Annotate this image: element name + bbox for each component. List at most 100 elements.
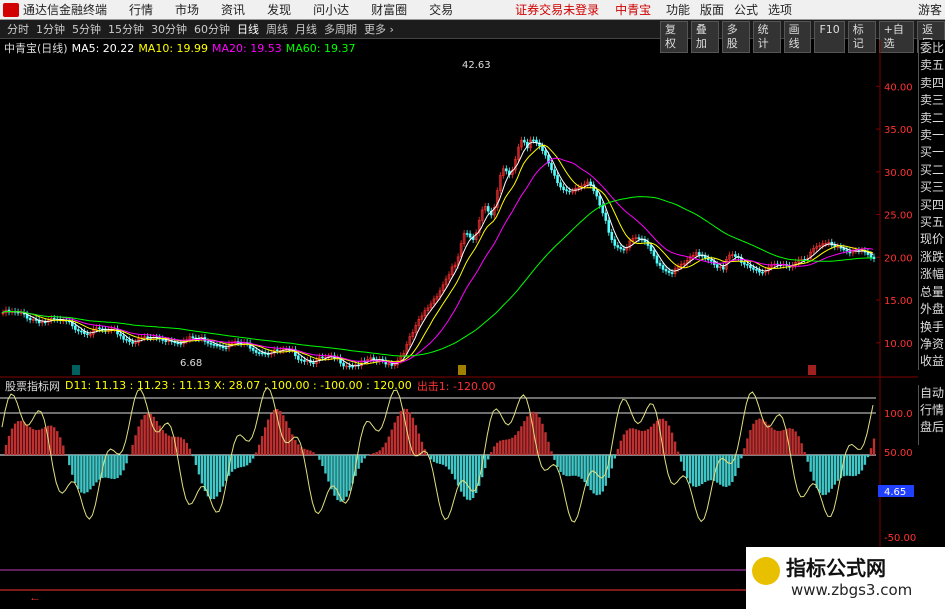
menu-layout[interactable]: 版面 [700, 1, 724, 18]
menu-item-discover[interactable]: 发现 [267, 1, 291, 18]
app-title: 通达信金融终端 [23, 3, 108, 17]
candle [559, 182, 562, 188]
side-item-6[interactable]: 买一 [919, 144, 945, 161]
indicator-tick: 50.00 [884, 448, 913, 459]
event-marker[interactable] [72, 365, 80, 375]
timeframe-bar: 分时 1分钟 5分钟 15分钟 30分钟 60分钟 日线 周线 月线 多周期 更… [0, 20, 945, 53]
candle [658, 262, 662, 266]
candle [589, 181, 592, 186]
candle [664, 269, 668, 272]
side-item-4[interactable]: 卖二 [919, 110, 945, 127]
candle [845, 249, 849, 252]
side-item-15[interactable]: 外盘 [919, 301, 945, 318]
tf-more[interactable]: 更多 › [364, 21, 394, 37]
candle [553, 169, 556, 176]
side-item-1[interactable]: 卖五 [919, 57, 945, 74]
candle [486, 206, 490, 212]
candle [607, 220, 611, 233]
candle [300, 359, 303, 361]
candle [74, 325, 77, 330]
candle [544, 150, 547, 156]
candle [613, 239, 617, 246]
menu-item-wealth[interactable]: 财富圈 [371, 1, 407, 18]
candle [468, 233, 472, 238]
side-item-10[interactable]: 买五 [919, 214, 945, 231]
candle [598, 195, 602, 206]
menu-item-markets[interactable]: 市场 [175, 1, 199, 18]
candle [667, 270, 671, 273]
tf-15min[interactable]: 15分钟 [108, 21, 144, 37]
side-item-8[interactable]: 买三 [919, 179, 945, 196]
low-annotation: 6.68 [180, 358, 202, 369]
candle [746, 263, 749, 266]
menu-item-news[interactable]: 资讯 [221, 1, 245, 18]
guest-button[interactable]: 游客 [918, 1, 942, 18]
price-chart[interactable]: 40.00 35.00 30.00 25.00 20.00 15.00 10.00 42.6… [0, 40, 918, 600]
candle [610, 232, 614, 240]
date-tick: 7 [359, 599, 365, 600]
candle [348, 365, 351, 368]
menu-item-ask[interactable]: 问小达 [313, 1, 349, 18]
candle [224, 347, 228, 350]
candle [709, 259, 713, 262]
mode-item-0[interactable]: 自动 [919, 385, 945, 402]
candle [556, 175, 559, 184]
side-item-17[interactable]: 净资 [919, 336, 945, 353]
side-item-2[interactable]: 卖四 [919, 75, 945, 92]
login-warning[interactable]: 证券交易未登录 [515, 1, 599, 18]
candle [131, 341, 134, 344]
side-item-5[interactable]: 卖一 [919, 127, 945, 144]
side-item-16[interactable]: 换手 [919, 319, 945, 336]
menu-formula[interactable]: 公式 [734, 1, 758, 18]
indicator-name[interactable]: 股票指标网 [5, 378, 60, 394]
side-item-9[interactable]: 买四 [919, 197, 945, 214]
candle [637, 237, 641, 240]
tf-30min[interactable]: 30分钟 [151, 21, 187, 37]
tf-weekly[interactable]: 周线 [266, 21, 288, 37]
mode-item-2[interactable]: 盘后 [919, 419, 945, 436]
quote-side-panel: 委比 卖五 卖四 卖三 卖二 卖一 买一 买二 买三 买四 买五 现价 涨跌 涨幅 总量 外盘 换手 净资 收益 [918, 40, 945, 370]
price-tick: 20.00 [884, 253, 913, 264]
menu-options[interactable]: 选项 [768, 1, 792, 18]
candle [28, 317, 32, 321]
date-tick: 6 [324, 599, 330, 600]
event-marker[interactable] [808, 365, 816, 375]
event-marker[interactable] [458, 365, 466, 375]
indicator-header: 股票指标网 D11: 11.13 : 11.23 : 11.13 X: 28.0… [0, 378, 495, 393]
side-item-12[interactable]: 涨跌 [919, 249, 945, 266]
tf-5min[interactable]: 5分钟 [72, 21, 101, 37]
menu-item-trade[interactable]: 交易 [429, 1, 453, 18]
date-tick: 4 [679, 599, 685, 600]
date-tick: 4 [253, 599, 259, 600]
tf-monthly[interactable]: 月线 [295, 21, 317, 37]
candle [749, 264, 752, 269]
date-tick: 11 [75, 599, 88, 600]
tf-intraday[interactable]: 分时 [7, 21, 29, 37]
side-item-13[interactable]: 涨幅 [919, 266, 945, 283]
side-item-14[interactable]: 总量 [919, 284, 945, 301]
mode-item-1[interactable]: 行情 [919, 402, 945, 419]
side-item-18[interactable]: 收益 [919, 353, 945, 370]
date-tick: 9 [430, 599, 436, 600]
side-item-3[interactable]: 卖三 [919, 92, 945, 109]
menu-item-market[interactable]: 行情 [129, 1, 153, 18]
current-stock: 中青宝 [615, 3, 652, 17]
tf-1min[interactable]: 1分钟 [36, 21, 65, 37]
ma5-line [1, 141, 874, 367]
tf-60min[interactable]: 60分钟 [194, 21, 230, 37]
menu-function[interactable]: 功能 [666, 1, 690, 18]
candle [80, 330, 83, 333]
candle [604, 212, 608, 221]
candle [616, 245, 620, 248]
side-item-11[interactable]: 现价 [919, 231, 945, 248]
candle [98, 327, 101, 330]
candle [523, 139, 526, 143]
side-item-0[interactable]: 委比 [919, 40, 945, 57]
candle [601, 204, 605, 214]
tf-multi[interactable]: 多周期 [324, 21, 357, 37]
candle [622, 248, 626, 251]
candle [550, 162, 553, 171]
side-item-7[interactable]: 买二 [919, 162, 945, 179]
candle [257, 352, 261, 354]
tf-daily[interactable]: 日线 [237, 21, 259, 37]
